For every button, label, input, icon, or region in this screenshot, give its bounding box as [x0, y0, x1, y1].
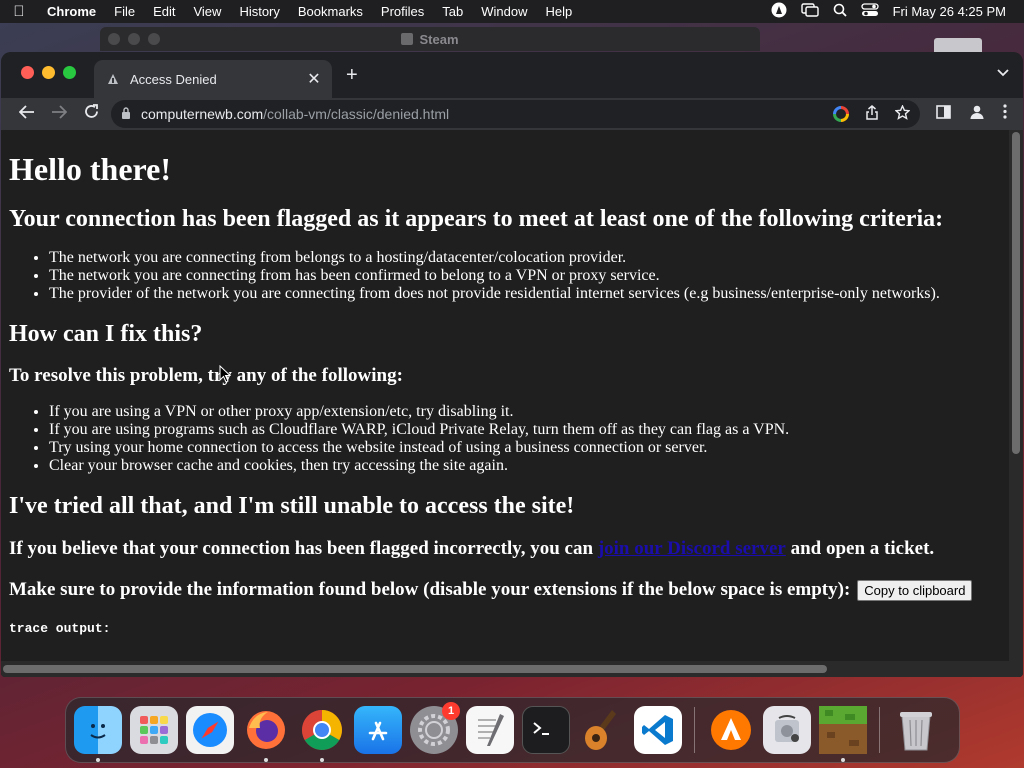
background-steam-window[interactable]: Steam	[100, 27, 760, 51]
back-button[interactable]	[11, 104, 43, 124]
menu-history[interactable]: History	[230, 4, 288, 19]
page-heading: Hello there!	[9, 151, 172, 187]
minecraft-icon[interactable]	[819, 706, 867, 762]
lock-icon[interactable]	[121, 106, 131, 122]
resolve-subheading: To resolve this problem, try any of the …	[9, 365, 403, 386]
control-center-icon[interactable]	[860, 3, 879, 20]
menu-file[interactable]: File	[105, 4, 144, 19]
horizontal-scrollbar[interactable]	[1, 661, 1023, 677]
apple-menu-icon[interactable]: 	[0, 3, 38, 20]
incorrect-text-before: If you believe that your connection has …	[9, 538, 598, 559]
browser-toolbar: computernewb.com/collab-vm/classic/denie…	[1, 98, 1023, 130]
menu-help[interactable]: Help	[537, 4, 582, 19]
terminal-icon[interactable]	[522, 706, 570, 754]
list-item: The network you are connecting from belo…	[49, 249, 1001, 267]
new-tab-button[interactable]: +	[346, 64, 358, 87]
list-item: Try using your home connection to access…	[49, 439, 1001, 457]
forward-button[interactable]	[43, 104, 75, 124]
disk-utility-icon[interactable]	[763, 706, 811, 754]
close-window-button[interactable]	[21, 66, 34, 79]
menu-bar:  Chrome File Edit View History Bookmark…	[0, 0, 1024, 23]
background-window-edge	[934, 38, 982, 52]
incorrect-flag-paragraph: If you believe that your connection has …	[9, 537, 1001, 561]
google-lens-icon[interactable]	[833, 106, 849, 122]
notification-badge: 1	[442, 702, 460, 720]
finder-icon[interactable]	[74, 706, 122, 762]
app-store-icon[interactable]	[354, 706, 402, 754]
tab-access-denied[interactable]: Access Denied ✕	[94, 60, 332, 98]
steam-window-title: Steam	[419, 31, 459, 47]
menu-clock[interactable]: Fri May 26 4:25 PM	[893, 4, 1006, 19]
chrome-icon[interactable]	[298, 706, 346, 762]
list-item: The network you are connecting from has …	[49, 267, 1001, 285]
address-bar[interactable]: computernewb.com/collab-vm/classic/denie…	[111, 100, 920, 128]
profile-avatar-icon[interactable]	[969, 104, 985, 125]
page-content: Hello there! Your connection has been fl…	[1, 130, 1009, 661]
list-item: If you are using programs such as Cloudf…	[49, 421, 1001, 439]
tab-title: Access Denied	[130, 71, 217, 87]
tab-search-chevron-icon[interactable]	[997, 66, 1009, 80]
spotlight-search-icon[interactable]	[833, 3, 847, 20]
menu-profiles[interactable]: Profiles	[372, 4, 433, 19]
chrome-menu-icon[interactable]	[1003, 104, 1007, 124]
horizontal-scroll-thumb[interactable]	[3, 665, 827, 673]
list-item: Clear your browser cache and cookies, th…	[49, 457, 1001, 475]
fix-heading: How can I fix this?	[9, 321, 203, 347]
fullscreen-window-button[interactable]	[63, 66, 76, 79]
menu-view[interactable]: View	[184, 4, 230, 19]
incorrect-text-after: and open a ticket.	[785, 538, 935, 559]
steam-window-controls	[108, 33, 160, 45]
firefox-icon[interactable]	[242, 706, 290, 762]
vertical-scroll-thumb[interactable]	[1012, 132, 1020, 454]
page-favicon-icon	[106, 72, 120, 86]
close-tab-icon[interactable]: ✕	[306, 69, 322, 89]
reload-button[interactable]	[75, 104, 107, 124]
bookmark-star-icon[interactable]	[894, 104, 911, 123]
list-item: If you are using a VPN or other proxy ap…	[49, 403, 1001, 421]
menu-edit[interactable]: Edit	[144, 4, 184, 19]
provide-info-text: Make sure to provide the information fou…	[9, 579, 851, 600]
criteria-list: The network you are connecting from belo…	[9, 249, 1001, 303]
tab-strip: Access Denied ✕ +	[1, 52, 1023, 98]
visual-studio-code-icon[interactable]	[634, 706, 682, 754]
steam-icon	[401, 33, 414, 45]
textedit-icon[interactable]	[466, 706, 514, 754]
garageband-icon[interactable]	[578, 706, 626, 754]
page-viewport: Hello there! Your connection has been fl…	[1, 130, 1023, 677]
window-controls	[21, 66, 76, 79]
system-preferences-icon[interactable]: 1	[410, 702, 460, 754]
tried-heading: I've tried all that, and I'm still unabl…	[9, 493, 575, 519]
share-icon[interactable]	[865, 105, 879, 123]
url-path: /collab-vm/classic/denied.html	[263, 106, 450, 122]
trash-icon[interactable]	[892, 706, 940, 754]
vertical-scrollbar[interactable]	[1009, 130, 1023, 661]
dock: 1	[65, 697, 960, 763]
provide-info-paragraph: Make sure to provide the information fou…	[9, 578, 1001, 602]
menu-bookmarks[interactable]: Bookmarks	[289, 4, 372, 19]
side-panel-icon[interactable]	[936, 104, 951, 124]
flagged-heading: Your connection has been flagged as it a…	[9, 206, 944, 232]
fixes-list: If you are using a VPN or other proxy ap…	[9, 403, 1001, 475]
copy-to-clipboard-button[interactable]: Copy to clipboard	[857, 579, 973, 601]
safari-icon[interactable]	[186, 706, 234, 754]
list-item: The provider of the network you are conn…	[49, 285, 1001, 303]
dock-separator	[879, 707, 880, 753]
chrome-window: Access Denied ✕ + computernewb.com/colla…	[1, 52, 1023, 677]
screen-mirroring-icon[interactable]	[800, 3, 819, 20]
avast-status-icon[interactable]	[771, 2, 787, 21]
url-host: computernewb.com	[141, 106, 264, 122]
avast-icon[interactable]	[707, 706, 755, 754]
menu-app-name[interactable]: Chrome	[38, 4, 105, 19]
launchpad-icon[interactable]	[130, 706, 178, 754]
discord-link[interactable]: join our Discord server	[598, 537, 786, 561]
menu-window[interactable]: Window	[472, 4, 536, 19]
menu-tab[interactable]: Tab	[433, 4, 472, 19]
trace-output-label: trace output:	[9, 621, 111, 636]
dock-separator	[694, 707, 695, 753]
minimize-window-button[interactable]	[42, 66, 55, 79]
